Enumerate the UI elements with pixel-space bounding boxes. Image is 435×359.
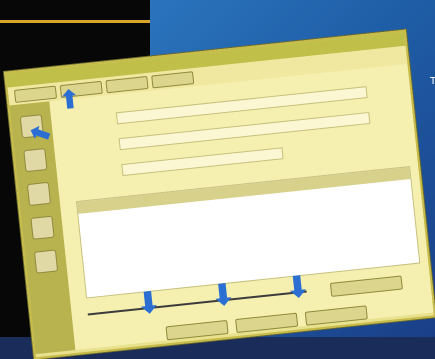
accent-line: [0, 20, 150, 23]
bottom-button-4[interactable]: [304, 305, 368, 326]
sidebar-icon-2[interactable]: [23, 148, 48, 173]
bottom-button-1[interactable]: [329, 275, 403, 297]
right-subtext-fragment: T: [430, 76, 435, 87]
sidebar-icon-5[interactable]: [33, 249, 59, 274]
callout-arrow-bottom-2: ⬇: [208, 277, 238, 315]
main-content: [49, 63, 434, 350]
bottom-button-2[interactable]: [165, 319, 229, 341]
sidebar-icon-4[interactable]: [30, 215, 55, 240]
form-row-2: [64, 111, 371, 156]
app-window-screenshot: ⬉ ⬉ ⬇ ⬇ ⬇: [4, 29, 435, 359]
form-row-1: [61, 86, 368, 130]
callout-arrow-bottom-1: ⬇: [134, 284, 163, 323]
callout-arrow-bottom-3: ⬇: [283, 269, 313, 307]
bottom-button-3[interactable]: [235, 312, 299, 334]
form-row-3: [67, 147, 284, 182]
sidebar-icon-3[interactable]: [26, 181, 52, 207]
form-field-3[interactable]: [121, 147, 284, 177]
